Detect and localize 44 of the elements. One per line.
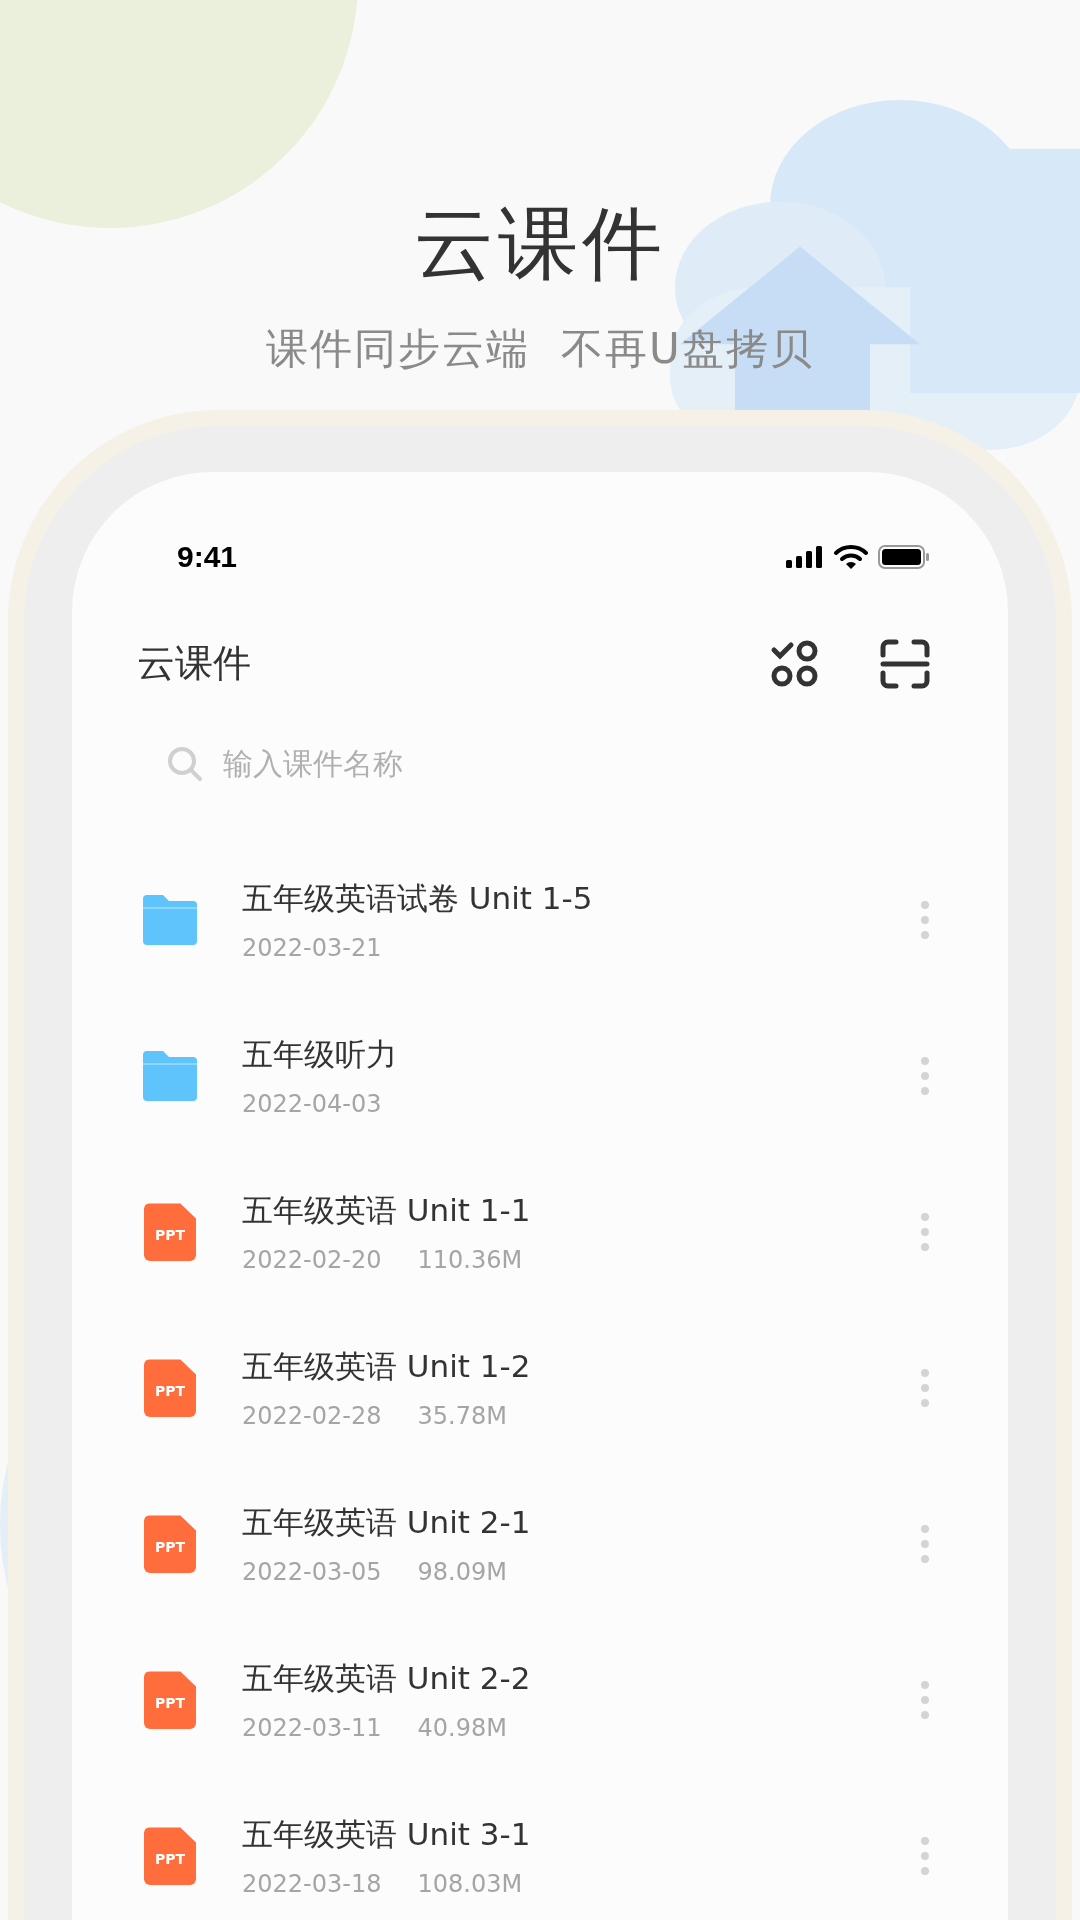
file-date: 2022-02-20 bbox=[242, 1246, 382, 1275]
more-icon[interactable] bbox=[920, 1524, 930, 1565]
file-name: 五年级英语试卷 Unit 1-5 bbox=[242, 879, 594, 919]
ppt-file-icon: PPT bbox=[144, 1671, 196, 1730]
file-date: 2022-04-03 bbox=[242, 1090, 382, 1119]
more-icon[interactable] bbox=[920, 1836, 930, 1877]
headline-subtitle: 课件同步云端 不再U盘拷贝 bbox=[266, 324, 814, 375]
file-date: 2022-03-21 bbox=[242, 934, 382, 963]
file-size: 98.09M bbox=[417, 1558, 507, 1587]
file-name: 五年级英语 Unit 2-1 bbox=[242, 1503, 532, 1543]
search-field[interactable]: 输入课件名称 bbox=[221, 745, 725, 783]
file-name: 五年级英语 Unit 1-2 bbox=[242, 1347, 532, 1387]
multi-select-icon[interactable] bbox=[770, 638, 820, 689]
more-icon[interactable] bbox=[920, 1368, 930, 1409]
wifi-icon bbox=[834, 545, 868, 570]
more-icon[interactable] bbox=[920, 1056, 930, 1097]
file-date: 2022-03-18 bbox=[242, 1870, 382, 1899]
file-name: 五年级英语 Unit 1-1 bbox=[242, 1191, 532, 1231]
app-title: 云课件 bbox=[137, 640, 251, 688]
more-icon[interactable] bbox=[920, 1212, 930, 1253]
file-date: 2022-03-05 bbox=[242, 1558, 382, 1587]
file-date: 2022-02-28 bbox=[242, 1402, 382, 1431]
more-icon[interactable] bbox=[920, 1680, 930, 1721]
file-name: 五年级英语 Unit 2-2 bbox=[242, 1659, 532, 1699]
scan-icon[interactable] bbox=[880, 638, 930, 689]
folder-icon bbox=[141, 895, 199, 946]
file-size: 108.03M bbox=[417, 1870, 523, 1899]
signal-icon bbox=[786, 546, 824, 569]
file-size: 40.98M bbox=[417, 1714, 507, 1743]
file-date: 2022-03-11 bbox=[242, 1714, 382, 1743]
file-name: 五年级听力 bbox=[242, 1035, 398, 1075]
status-time: 9:41 bbox=[177, 540, 238, 575]
folder-icon bbox=[141, 1051, 199, 1102]
ppt-file-icon: PPT bbox=[144, 1359, 196, 1418]
file-size: 110.36M bbox=[417, 1246, 523, 1275]
file-size: 35.78M bbox=[417, 1402, 507, 1431]
ppt-file-icon: PPT bbox=[144, 1515, 196, 1574]
battery-icon bbox=[878, 545, 930, 570]
headline-title: 云课件 bbox=[414, 200, 666, 288]
search-icon bbox=[167, 745, 203, 782]
ppt-file-icon: PPT bbox=[144, 1203, 196, 1262]
file-name: 五年级英语 Unit 3-1 bbox=[242, 1815, 532, 1855]
ppt-file-icon: PPT bbox=[144, 1827, 196, 1886]
more-icon[interactable] bbox=[920, 900, 930, 941]
